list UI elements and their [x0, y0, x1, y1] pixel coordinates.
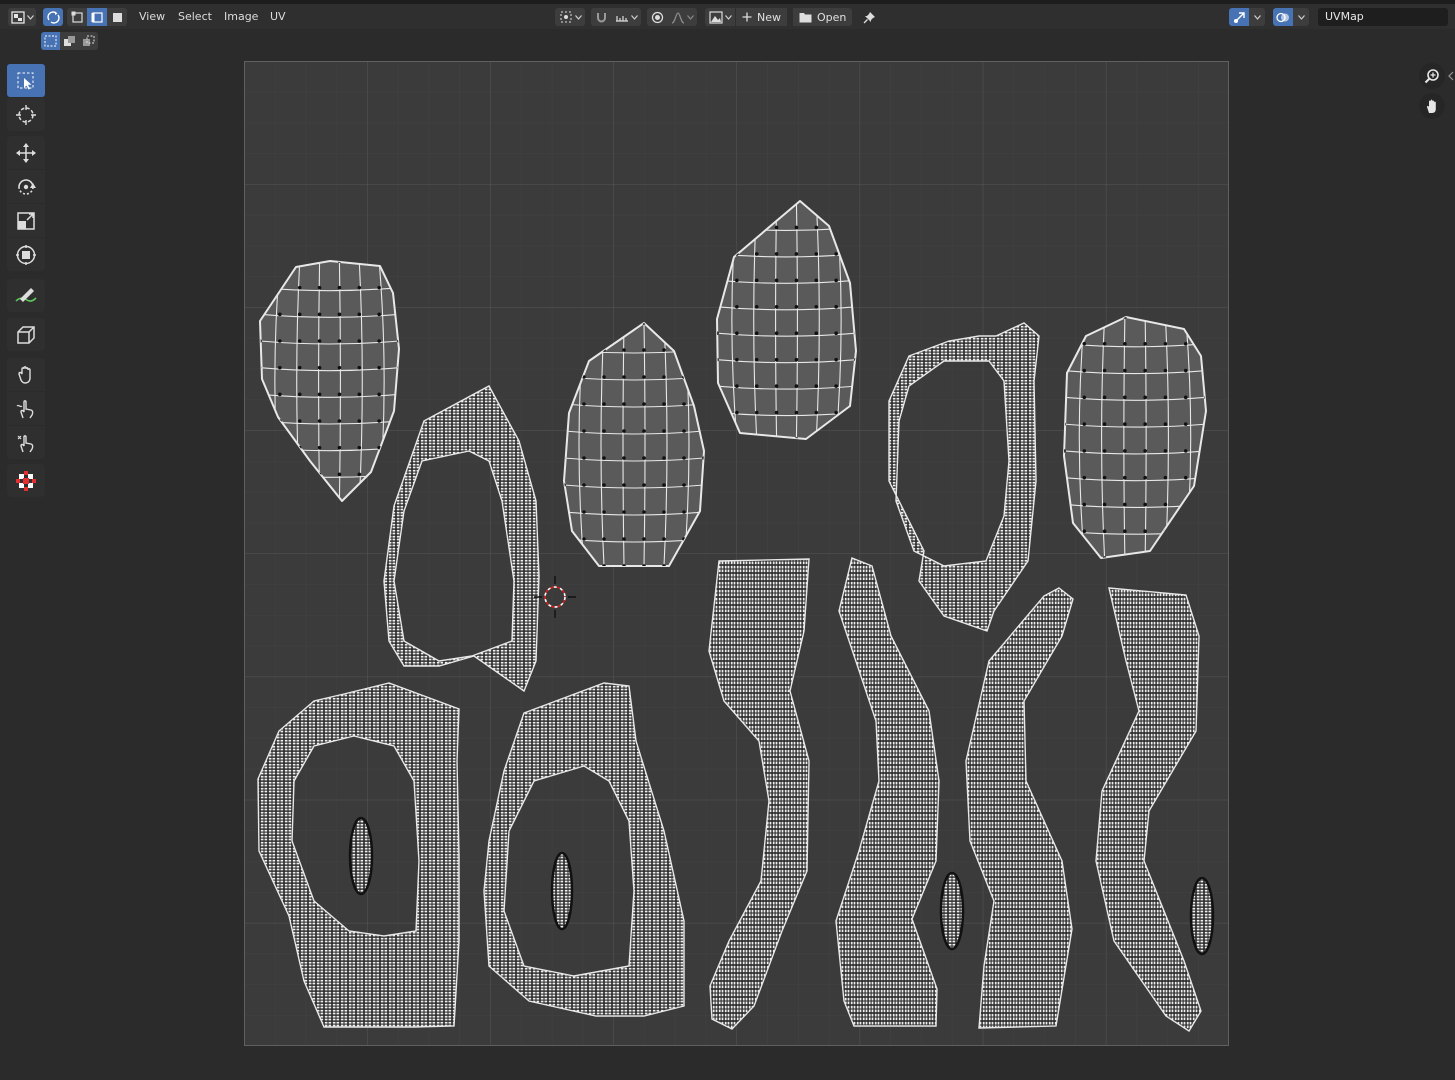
uv-island-pill-1[interactable] [348, 816, 374, 896]
editor-type-button[interactable] [8, 8, 36, 26]
menu-uv[interactable]: UV [270, 9, 286, 25]
chevron-down-icon [630, 14, 638, 20]
sample-icon [16, 470, 36, 491]
tool-rip-region[interactable] [7, 318, 45, 351]
zoom-view-button[interactable] [1419, 63, 1445, 89]
scale-icon [17, 211, 35, 230]
chevron-down-icon [686, 14, 694, 20]
menu-image[interactable]: Image [224, 9, 258, 25]
uv-island-pill-3[interactable] [939, 871, 965, 951]
overlays-dropdown[interactable] [1293, 8, 1309, 26]
select-new-icon [44, 35, 57, 47]
tool-pinch[interactable] [7, 426, 45, 459]
chevron-left-icon [1448, 71, 1454, 81]
annotate-icon [15, 287, 37, 302]
uv-map-selector[interactable]: UVMap [1318, 8, 1448, 26]
pivot-point-dropdown[interactable] [555, 8, 585, 26]
tool-grab[interactable] [7, 358, 45, 391]
chevron-down-icon [724, 14, 732, 20]
uv-canvas[interactable] [244, 61, 1229, 1046]
relax-icon [16, 399, 34, 418]
tool-rotate[interactable] [7, 170, 45, 203]
selection-mode-group [41, 32, 98, 50]
gizmo-toggle[interactable] [1229, 8, 1249, 26]
tool-sample[interactable] [7, 464, 45, 497]
pivot-icon [560, 11, 571, 23]
new-image-button[interactable]: New [736, 8, 787, 26]
snap-increment-icon [615, 15, 628, 22]
gizmo-icon [1233, 11, 1245, 23]
chevron-down-icon [1297, 14, 1305, 20]
edge-mode-icon [91, 12, 103, 23]
uv-island-pill-4[interactable] [1189, 876, 1215, 956]
vertex-select-mode[interactable] [67, 8, 87, 26]
image-icon [708, 10, 723, 24]
magnet-icon [596, 12, 606, 22]
uv-island-pill-2[interactable] [550, 851, 574, 931]
pinch-icon [17, 434, 34, 452]
select-subtract-icon [83, 35, 95, 46]
tool-relax[interactable] [7, 392, 45, 425]
chevron-down-icon [574, 14, 582, 20]
edge-select-mode[interactable] [87, 8, 107, 26]
open-image-button[interactable]: Open [793, 8, 853, 26]
overlays-toggle[interactable] [1273, 8, 1293, 26]
gizmo-dropdown[interactable] [1249, 8, 1265, 26]
browse-image-dropdown[interactable] [705, 8, 735, 26]
zoom-icon [1424, 69, 1439, 84]
chevron-down-icon [1253, 14, 1261, 20]
tool-annotate[interactable] [7, 279, 45, 312]
face-mode-icon [113, 13, 122, 22]
tool-select-box[interactable] [7, 64, 45, 97]
snap-target-dropdown[interactable] [611, 8, 641, 26]
open-label: Open [817, 10, 847, 24]
plus-icon [742, 12, 752, 22]
select-subtract-mode[interactable] [79, 32, 98, 50]
overlays-icon [1276, 12, 1289, 22]
select-extend-mode[interactable] [60, 32, 79, 50]
new-label: New [757, 10, 781, 24]
sync-selection-toggle[interactable] [43, 8, 63, 26]
proportional-icon [651, 11, 663, 23]
rotate-icon [18, 178, 36, 195]
proportional-editing-toggle[interactable] [647, 8, 667, 26]
face-select-mode[interactable] [107, 8, 127, 26]
hand-icon [1427, 99, 1436, 113]
grab-icon [18, 365, 31, 384]
snap-toggle[interactable] [591, 8, 611, 26]
rip-region-icon [17, 325, 35, 344]
tool-move[interactable] [7, 136, 45, 169]
pin-button[interactable] [859, 8, 879, 26]
vertex-mode-icon [71, 11, 83, 23]
falloff-curve-icon [671, 11, 684, 24]
sync-arrows-icon [46, 10, 60, 24]
image-editor-icon [10, 10, 25, 24]
uv-editor-header: View Select Image UV New Open UVMap [0, 4, 1455, 29]
falloff-dropdown[interactable] [667, 8, 697, 26]
transform-icon [16, 244, 36, 265]
tool-scale[interactable] [7, 204, 45, 237]
select-new-mode[interactable] [41, 32, 60, 50]
move-icon [16, 142, 36, 163]
tool-transform[interactable] [7, 238, 45, 271]
tool-cursor[interactable] [7, 98, 45, 131]
sidebar-toggle-arrow[interactable] [1447, 70, 1455, 82]
uv-viewport[interactable] [244, 61, 1229, 1046]
select-extend-icon [64, 36, 75, 46]
pan-view-button[interactable] [1419, 93, 1445, 119]
chevron-down-icon [26, 14, 34, 20]
pin-icon [863, 11, 875, 23]
select-box-icon [17, 72, 34, 89]
menu-select[interactable]: Select [178, 9, 212, 25]
folder-icon [799, 12, 812, 22]
cursor-icon [16, 104, 36, 125]
menu-view[interactable]: View [139, 9, 165, 25]
